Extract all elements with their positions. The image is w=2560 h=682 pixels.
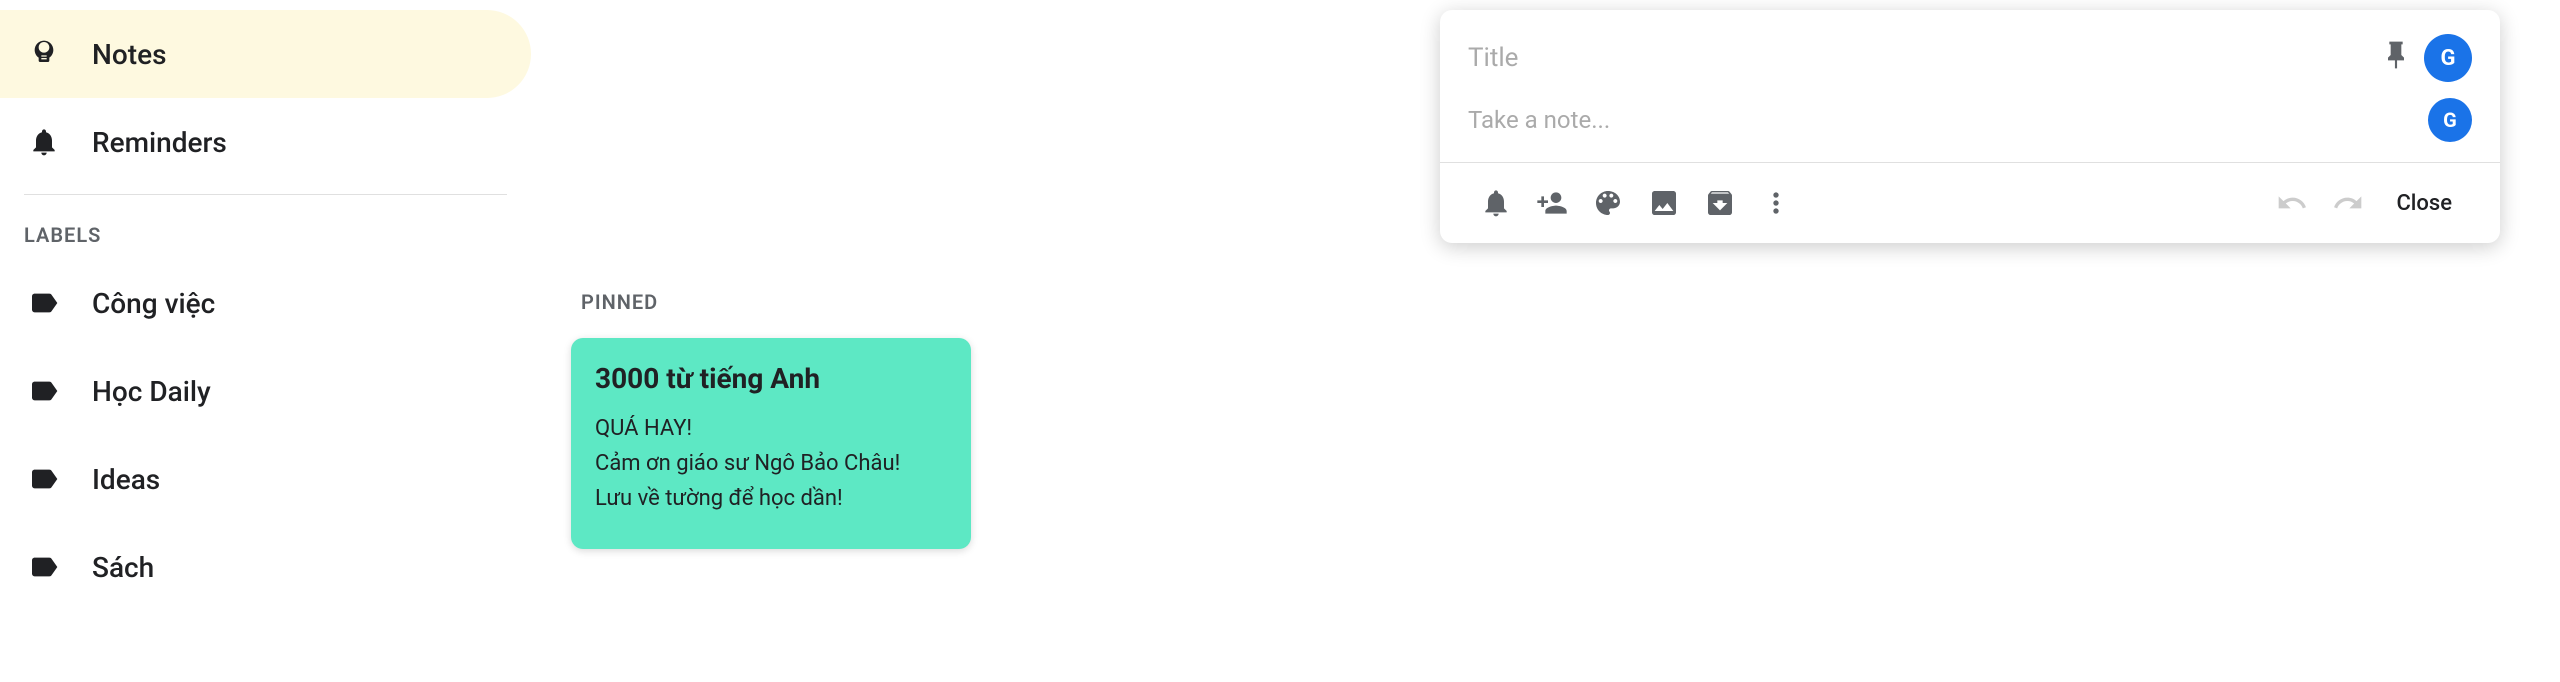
close-button[interactable]: Close [2376,183,2472,224]
label-icon-sach [24,547,64,587]
bell-icon [24,122,64,162]
new-note-toolbar: Close [1440,162,2500,243]
sidebar-item-notes[interactable]: Notes [0,10,531,98]
new-note-title-row: G [1440,10,2500,94]
add-image-button[interactable] [1636,175,1692,231]
archive-button[interactable] [1692,175,1748,231]
add-collaborator-button[interactable] [1524,175,1580,231]
label-icon-hoc-daily [24,371,64,411]
user-avatar-body: G [2428,98,2472,142]
sidebar-item-sach[interactable]: Sách [0,523,531,611]
note-body-line1: QUÁ HAY! [595,411,947,446]
redo-button[interactable] [2320,175,2376,231]
sidebar-item-ideas[interactable]: Ideas [0,435,531,523]
sidebar-item-ideas-label: Ideas [92,463,160,496]
background-options-button[interactable] [1580,175,1636,231]
bulb-icon [24,34,64,74]
sidebar-divider [24,194,507,195]
pin-icon[interactable] [2380,39,2412,78]
label-icon-cong-viec [24,283,64,323]
note-body-line3: Lưu về tường để học dần! [595,481,947,516]
sidebar-item-hoc-daily[interactable]: Học Daily [0,347,531,435]
new-note-body-row: G [1440,94,2500,162]
note-card-title: 3000 từ tiếng Anh [595,362,947,395]
new-note-title-input[interactable] [1468,43,2368,73]
note-card-body: QUÁ HAY! Cảm ơn giáo sư Ngô Bảo Châu! Lư… [595,411,947,517]
labels-heading: LABELS [0,203,531,259]
pinned-section: PINNED 3000 từ tiếng Anh QUÁ HAY! Cảm ơn… [571,290,2520,549]
new-note-body-input[interactable] [1468,106,2428,134]
note-card[interactable]: 3000 từ tiếng Anh QUÁ HAY! Cảm ơn giáo s… [571,338,971,549]
sidebar: Notes Reminders LABELS Công việc Học Dai… [0,0,531,682]
label-icon-ideas [24,459,64,499]
undo-button[interactable] [2264,175,2320,231]
more-options-button[interactable] [1748,175,1804,231]
sidebar-item-reminders[interactable]: Reminders [0,98,531,186]
note-body-line2: Cảm ơn giáo sư Ngô Bảo Châu! [595,446,947,481]
new-note-panel: G G [1440,10,2500,243]
sidebar-item-reminders-label: Reminders [92,126,227,159]
remind-me-button[interactable] [1468,175,1524,231]
main-content: G G [531,0,2560,682]
sidebar-item-hoc-daily-label: Học Daily [92,375,211,408]
sidebar-item-notes-label: Notes [92,38,166,71]
sidebar-item-cong-viec-label: Công việc [92,287,215,320]
sidebar-item-sach-label: Sách [92,551,154,584]
user-avatar-title: G [2424,34,2472,82]
sidebar-item-cong-viec[interactable]: Công việc [0,259,531,347]
pinned-label: PINNED [571,290,2520,314]
